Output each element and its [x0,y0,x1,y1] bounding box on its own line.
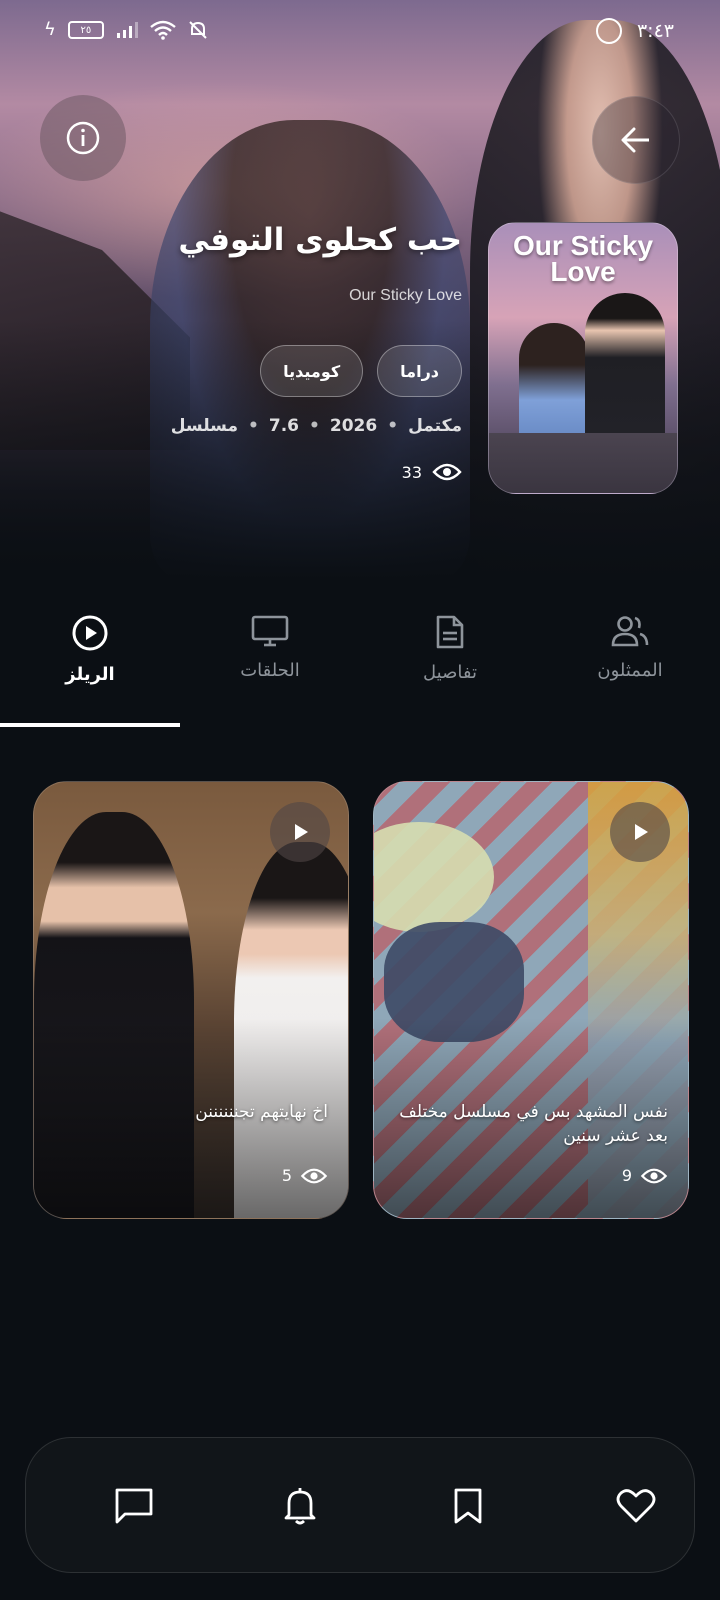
show-poster: Our Sticky Love [488,222,678,494]
chat-button[interactable] [110,1482,158,1530]
whatsapp-icon [596,18,622,44]
tab-bar: الممثلون تفاصيل الحلقات الريلز [0,600,720,728]
play-button[interactable] [270,802,330,862]
show-title-english: Our Sticky Love [349,287,462,304]
status-time: ٣:٤٣ [636,20,674,42]
tab-label: تفاصيل [423,662,477,683]
bell-icon [284,1488,316,1525]
bookmark-icon [454,1488,482,1524]
play-circle-icon [72,615,108,651]
reel-card[interactable]: اخ نهايتهم تجننننننن 5 [33,781,349,1219]
show-meta: مسلسل • 7.6 • 2026 • مكتمل [171,416,462,436]
status-left-icons: ϟ ٢٥ [44,20,208,40]
charging-icon: ϟ [44,19,56,40]
meta-separator: • [248,416,259,436]
bottom-action-bar [25,1437,695,1573]
chat-icon [115,1488,153,1524]
signal-icon [116,22,138,38]
reel-views: 5 [282,1166,328,1185]
tab-label: الحلقات [240,660,300,681]
tab-episodes[interactable]: الحلقات [180,600,360,728]
tab-label: الممثلون [597,660,663,681]
reel-thumbnail-detail [374,822,494,932]
play-button[interactable] [610,802,670,862]
status-bar: ϟ ٢٥ ٣:٤٣ [0,14,720,50]
notifications-button[interactable] [276,1482,324,1530]
battery-icon: ٢٥ [67,21,104,39]
show-views: 33 [402,462,462,482]
meta-rating: 7.6 [268,416,299,436]
poster-wall [489,433,677,493]
heart-icon [616,1489,656,1523]
meta-separator: • [387,416,399,436]
genre-chip[interactable]: كوميديا [260,345,364,397]
play-icon [295,824,308,840]
meta-type: مسلسل [170,416,238,436]
eye-icon [432,463,462,481]
battery-level: ٢٥ [80,24,92,36]
reel-caption: اخ نهايتهم تجننننننن [195,1102,328,1122]
meta-status: مكتمل [408,416,462,436]
eye-icon [640,1168,668,1183]
tab-reels[interactable]: الريلز [0,600,180,728]
reel-views-count: 9 [621,1166,632,1185]
genre-chip[interactable]: دراما [377,345,462,397]
eye-icon [300,1168,328,1183]
views-count: 33 [401,462,422,482]
tab-label: الريلز [65,664,115,685]
back-button[interactable] [592,96,680,184]
bookmark-button[interactable] [444,1482,492,1530]
info-button[interactable] [40,95,126,181]
reel-card[interactable]: نفس المشهد بس في مسلسل مختلف بعد عشر سني… [373,781,689,1219]
bell-muted-icon [189,21,207,39]
meta-year: 2026 [329,416,378,436]
tab-details[interactable]: تفاصيل [360,600,540,728]
tv-icon [251,615,289,647]
info-icon [66,121,100,155]
reel-caption: نفس المشهد بس في مسلسل مختلف بعد عشر سني… [399,1102,668,1146]
document-icon [436,615,464,649]
people-icon [611,616,649,647]
reel-views-count: 5 [281,1166,292,1185]
arrow-back-icon [621,127,649,153]
wifi-icon [150,20,176,40]
tab-cast[interactable]: الممثلون [540,600,720,728]
poster-title: Our Sticky Love [512,230,654,287]
meta-separator: • [309,416,320,436]
play-icon [635,824,648,840]
active-tab-indicator [0,723,180,727]
reel-views: 9 [622,1166,668,1185]
show-title: حب كحلوى التوفي [178,222,462,258]
genre-chips: دراما كوميديا [260,345,462,397]
favorite-button[interactable] [612,1482,660,1530]
